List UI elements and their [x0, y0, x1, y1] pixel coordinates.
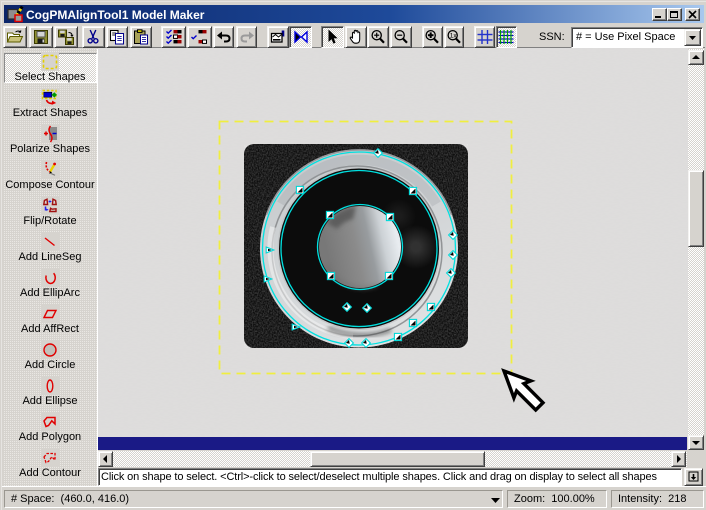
svg-text:1x: 1x: [450, 33, 458, 40]
